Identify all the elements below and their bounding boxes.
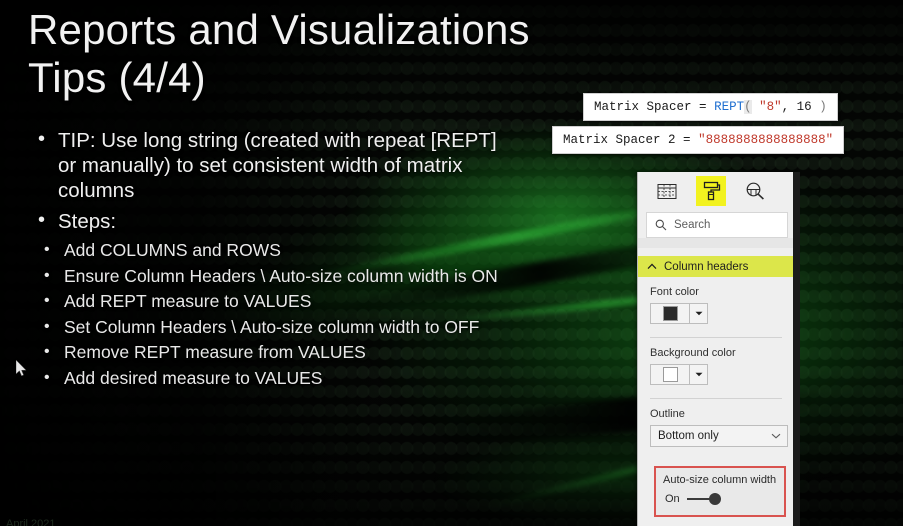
search-icon — [655, 219, 667, 231]
magnifier-chart-icon — [745, 182, 765, 200]
column-headers-settings: Font color Background color Outline Bott… — [638, 277, 794, 447]
formula1-comma: , — [781, 100, 790, 114]
step-item-3: Add REPT measure to VALUES — [34, 290, 514, 313]
formula-box-matrix-spacer-2: Matrix Spacer 2 = "8888888888888888" — [552, 126, 845, 154]
section-header-label: Column headers — [664, 260, 749, 273]
background-color-chip — [662, 367, 678, 382]
step-item-6: Add desired measure to VALUES — [34, 367, 514, 390]
bullet-tip: TIP: Use long string (created with repea… — [34, 127, 514, 203]
font-color-label: Font color — [650, 286, 699, 298]
bullet-steps: Steps: — [34, 208, 514, 234]
paint-roller-icon — [702, 181, 721, 201]
auto-size-label: Auto-size column width — [663, 474, 777, 486]
settings-divider-2 — [650, 398, 782, 399]
footer-date: April 2021 — [6, 518, 56, 526]
formula1-name: Matrix Spacer — [594, 100, 692, 114]
page-title: Reports and Visualizations Tips (4/4) — [28, 6, 648, 102]
formula1-arg-count: 16 — [796, 100, 812, 114]
toggle-switch[interactable] — [686, 493, 721, 505]
font-color-dropdown-arrow[interactable] — [690, 303, 708, 324]
formula1-equals: = — [699, 100, 707, 114]
font-color-picker[interactable] — [650, 303, 794, 324]
mouse-cursor — [16, 360, 28, 378]
formula2-equals: = — [683, 133, 691, 147]
outline-label: Outline — [650, 408, 685, 420]
step-item-2: Ensure Column Headers \ Auto-size column… — [34, 265, 514, 288]
outline-selected-value: Bottom only — [658, 430, 719, 442]
auto-size-column-width-setting: Auto-size column width On — [654, 466, 786, 517]
slide-canvas: Reports and Visualizations Tips (4/4) TI… — [0, 0, 903, 526]
outline-dropdown[interactable]: Bottom only — [650, 425, 788, 447]
font-color-chip — [662, 306, 678, 321]
formula2-name: Matrix Spacer 2 — [563, 133, 676, 147]
search-placeholder: Search — [674, 219, 711, 231]
step-item-5: Remove REPT measure from VALUES — [34, 341, 514, 364]
background-color-swatch[interactable] — [650, 364, 690, 385]
auto-size-toggle[interactable]: On — [656, 486, 784, 505]
page-title-line-2: Tips (4/4) — [28, 54, 206, 101]
chevron-up-icon — [647, 263, 657, 270]
pane-right-edge — [793, 172, 800, 526]
steps-sublist: Add COLUMNS and ROWS Ensure Column Heade… — [34, 239, 514, 390]
search-input[interactable]: Search — [646, 212, 788, 238]
format-tab[interactable] — [696, 176, 726, 206]
background-color-dropdown-arrow[interactable] — [690, 364, 708, 385]
caret-down-icon — [695, 372, 703, 377]
background-color-picker[interactable] — [650, 364, 794, 385]
formula1-function: REPT — [714, 100, 745, 114]
toggle-knob — [708, 493, 721, 505]
font-color-swatch[interactable] — [650, 303, 690, 324]
page-title-line-1: Reports and Visualizations — [28, 6, 530, 53]
step-item-1: Add COLUMNS and ROWS — [34, 239, 514, 262]
auto-size-toggle-state: On — [665, 493, 680, 505]
formula1-close-paren: ) — [819, 100, 827, 114]
section-header-column-headers[interactable]: Column headers — [638, 256, 794, 277]
step-item-4: Set Column Headers \ Auto-size column wi… — [34, 316, 514, 339]
background-color-label: Background color — [650, 347, 736, 359]
pane-tab-strip — [638, 172, 794, 210]
formula1-arg-string: "8" — [759, 100, 782, 114]
formula-box-matrix-spacer: Matrix Spacer = REPT( "8", 16 ) — [583, 93, 838, 121]
formula2-value: "8888888888888888" — [698, 133, 834, 147]
chevron-down-icon — [771, 433, 781, 439]
caret-down-icon — [695, 311, 703, 316]
pane-spacer — [638, 238, 794, 248]
bullet-list: TIP: Use long string (created with repea… — [34, 127, 514, 393]
formula1-open-paren: ( — [744, 100, 752, 114]
analytics-tab[interactable] — [740, 176, 770, 206]
settings-divider-1 — [650, 337, 782, 338]
table-icon — [657, 183, 677, 200]
fields-tab[interactable] — [652, 176, 682, 206]
